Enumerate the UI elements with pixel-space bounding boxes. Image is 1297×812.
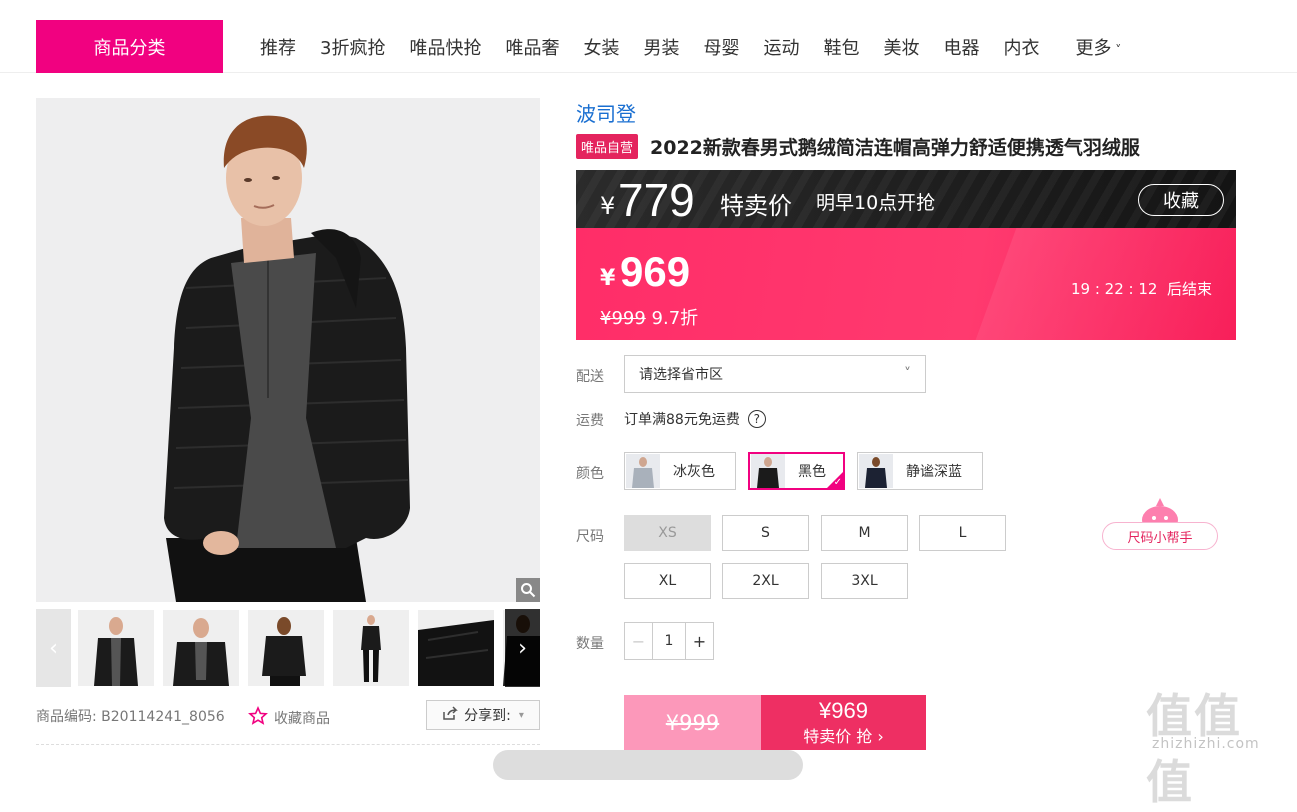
main-navbar: 商品分类 推荐 3折疯抢 唯品快抢 唯品奢 女装 男装 母婴 运动 鞋包 美妆 … [0, 20, 1297, 73]
chevron-down-icon: ˅ [904, 366, 911, 382]
share-button[interactable]: 分享到: ▾ [426, 700, 540, 730]
thumbnail-5[interactable] [418, 610, 494, 686]
caret-down-icon: ▾ [518, 709, 524, 721]
nav-item-shoes-bags[interactable]: 鞋包 [823, 34, 859, 60]
chevron-left-icon: ‹ [49, 635, 58, 661]
quantity-minus-button[interactable]: − [625, 623, 653, 659]
swatch-image [626, 454, 660, 488]
swatch-image [751, 454, 785, 488]
nav-item-underwear[interactable]: 内衣 [1003, 34, 1039, 60]
quantity-stepper: − 1 + [624, 622, 714, 660]
product-code: 商品编码: B20114241_8056 [36, 709, 225, 725]
size-option-m[interactable]: M [821, 515, 908, 551]
size-helper[interactable]: 尺码小帮手 [1102, 498, 1218, 550]
thumb-next-button[interactable]: › [505, 609, 540, 687]
divider [36, 744, 540, 745]
chevron-right-icon: › [872, 726, 884, 746]
size-label: 尺码 [576, 529, 604, 545]
nav-item-women[interactable]: 女装 [583, 34, 619, 60]
product-meta-row: 商品编码: B20114241_8056 收藏商品 分享到: ▾ [36, 700, 540, 730]
color-option-ice-grey[interactable]: 冰灰色 [624, 452, 736, 490]
nav-item-beauty[interactable]: 美妆 [883, 34, 919, 60]
quantity-plus-button[interactable]: + [685, 623, 713, 659]
product-title: 2022新款春男式鹅绒简洁连帽高弹力舒适便携透气羽绒服 [650, 137, 1140, 159]
buy-now-button[interactable]: ¥969 特卖价 抢 › [761, 695, 926, 750]
nav-items: 推荐 3折疯抢 唯品快抢 唯品奢 女装 男装 母婴 运动 鞋包 美妆 电器 内衣… [260, 20, 1121, 73]
special-price-label: 特卖价 [720, 192, 792, 220]
nav-item-sports[interactable]: 运动 [763, 34, 799, 60]
thumbnail-2[interactable] [163, 610, 239, 686]
shipping-info: 订单满88元免运费 ? [624, 409, 766, 429]
share-icon [442, 706, 458, 724]
quantity-value[interactable]: 1 [653, 623, 685, 659]
size-option-xs: XS [624, 515, 711, 551]
size-option-l[interactable]: L [919, 515, 1006, 551]
size-option-2xl[interactable]: 2XL [722, 563, 809, 599]
nav-more-button[interactable]: 更多 ˅ [1075, 34, 1121, 60]
size-option-xl[interactable]: XL [624, 563, 711, 599]
main-product-image[interactable] [36, 98, 540, 602]
question-icon[interactable]: ? [747, 410, 766, 428]
color-option-deep-blue[interactable]: 静谧深蓝 [857, 452, 983, 490]
size-option-3xl[interactable]: 3XL [821, 563, 908, 599]
nav-item-recommend[interactable]: 推荐 [260, 34, 296, 60]
check-icon: ✓ [833, 477, 842, 488]
special-price-banner: ¥ 779 特卖价 明早10点开抢 收藏 [576, 170, 1236, 228]
current-currency: ¥ [600, 266, 616, 291]
nav-item-baby[interactable]: 母婴 [703, 34, 739, 60]
delivery-label: 配送 [576, 369, 604, 385]
buy-box: ¥999 ¥969 特卖价 抢 › [624, 695, 926, 750]
special-currency: ¥ [600, 192, 616, 220]
nav-item-men[interactable]: 男装 [643, 34, 679, 60]
favorite-button[interactable]: 收藏 [1138, 184, 1224, 216]
sale-start-time: 明早10点开抢 [816, 192, 936, 214]
watermark: 值值值 zhizhizhi.com [1146, 689, 1260, 809]
favorite-product-link[interactable]: 收藏商品 [248, 706, 330, 730]
category-button[interactable]: 商品分类 [36, 20, 223, 73]
buy-original-price: ¥999 [624, 695, 761, 750]
chevron-down-icon: ˅ [1111, 42, 1122, 57]
thumbnail-4[interactable] [333, 610, 409, 686]
title-row: 唯品自营 2022新款春男式鹅绒简洁连帽高弹力舒适便携透气羽绒服 [576, 133, 1140, 160]
color-label: 颜色 [576, 466, 604, 482]
size-option-s[interactable]: S [722, 515, 809, 551]
zoom-icon[interactable] [516, 578, 540, 602]
product-model-illustration [36, 98, 540, 602]
thumbnail-1[interactable] [78, 610, 154, 686]
star-icon [248, 706, 268, 730]
nav-item-appliances[interactable]: 电器 [943, 34, 979, 60]
nav-item-luxury[interactable]: 唯品奢 [505, 34, 559, 60]
brand-link[interactable]: 波司登 [576, 98, 636, 127]
self-operated-badge: 唯品自营 [576, 134, 639, 159]
chevron-right-icon: › [518, 635, 527, 661]
quantity-label: 数量 [576, 636, 604, 652]
color-option-black[interactable]: 黑色 ✓ [748, 452, 845, 490]
thumb-prev-button[interactable]: ‹ [36, 609, 71, 687]
original-price-row: ¥999 9.7折 [600, 308, 699, 329]
special-price: 779 [618, 174, 695, 226]
nav-item-flash-30[interactable]: 3折疯抢 [320, 34, 385, 60]
bottom-scroll-pill [493, 750, 803, 780]
region-select[interactable]: 请选择省市区 ˅ [624, 355, 926, 393]
swatch-image [859, 454, 893, 488]
countdown-timer: 19 : 22 : 12 后结束 [1070, 280, 1212, 298]
top-utility-strip [0, 0, 1297, 8]
current-price-banner: ¥ 969 ¥999 9.7折 19 : 22 : 12 后结束 [576, 228, 1236, 340]
current-price: 969 [620, 248, 691, 295]
thumbnail-3[interactable] [248, 610, 324, 686]
thumbnail-strip: ‹ › [36, 609, 540, 687]
shipping-label: 运费 [576, 413, 604, 429]
nav-item-quick-buy[interactable]: 唯品快抢 [409, 34, 481, 60]
